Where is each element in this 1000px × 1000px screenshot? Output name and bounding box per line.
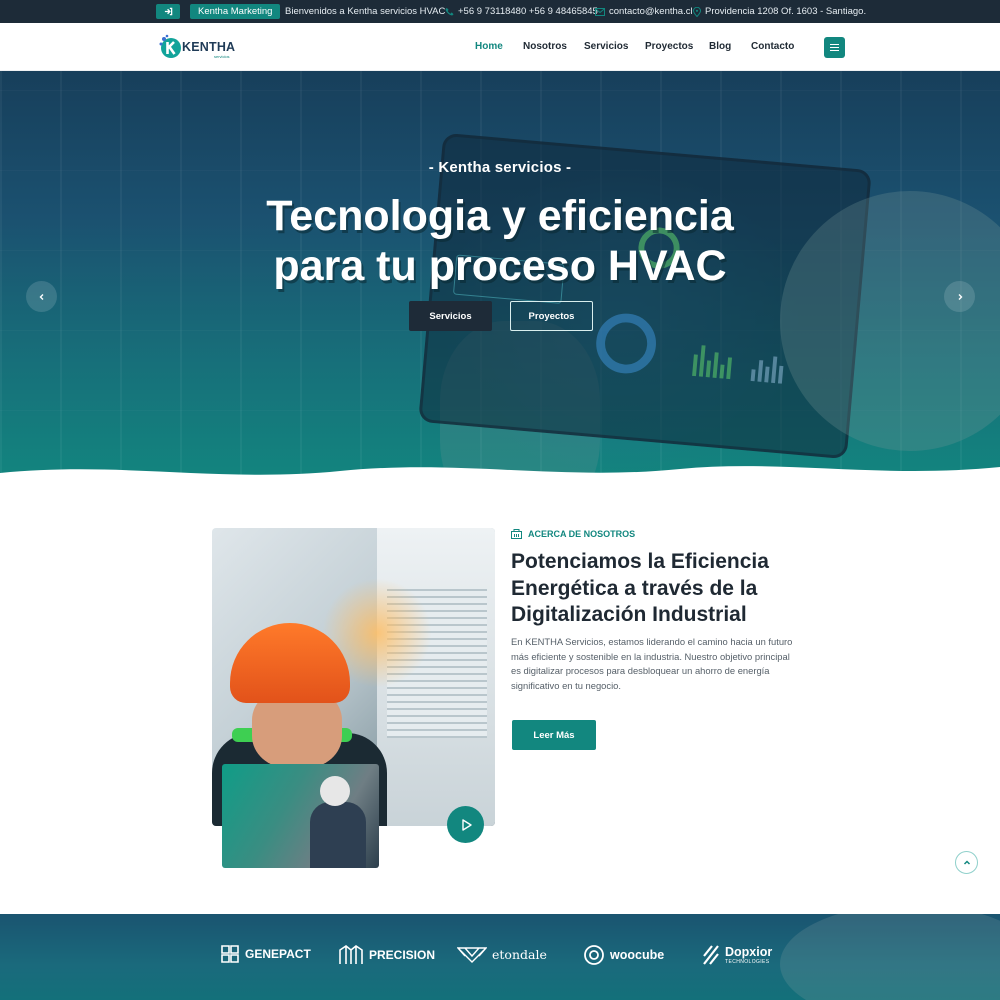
about-description: En KENTHA Servicios, estamos liderando e… xyxy=(511,636,793,691)
phone-info[interactable]: +56 9 73118480 +56 9 48465845 xyxy=(445,6,598,17)
read-more-button[interactable]: Leer Más xyxy=(512,720,596,750)
precision-logo-icon xyxy=(339,945,363,964)
hero-services-button[interactable]: Servicios xyxy=(409,301,492,331)
address-info: Providencia 1208 Of. 1603 - Santiago. xyxy=(693,6,866,17)
hero-title-line-2: para tu proceso HVAC xyxy=(273,242,727,290)
dopxior-logo-icon xyxy=(703,945,719,965)
woocube-logo-icon xyxy=(584,945,604,965)
menu-button[interactable] xyxy=(824,37,845,58)
logo[interactable]: KENTHA servicios xyxy=(158,33,238,61)
main-header: KENTHA servicios Home Nosotros Servicios… xyxy=(0,23,1000,71)
hero-subtitle: - Kentha servicios - xyxy=(428,159,572,176)
marketing-button[interactable]: Kentha Marketing xyxy=(190,4,281,19)
logo-subtitle: servicios xyxy=(214,54,230,59)
nav-home[interactable]: Home xyxy=(475,41,503,52)
play-icon xyxy=(461,818,472,831)
partner-precision[interactable]: PRECISION xyxy=(338,944,435,966)
hero-slider: - Kentha servicios - Tecnologia y eficie… xyxy=(0,71,1000,491)
partner-woocube[interactable]: woocube xyxy=(583,944,664,966)
nav-nosotros[interactable]: Nosotros xyxy=(523,41,567,52)
nav-blog[interactable]: Blog xyxy=(709,41,731,52)
login-icon xyxy=(164,7,172,16)
partner-name: PRECISION xyxy=(369,948,436,962)
etondale-logo-icon xyxy=(457,947,487,963)
chevron-left-icon xyxy=(39,293,43,300)
partner-name-group: Dopxior TECHNOLOGIES xyxy=(725,945,772,965)
about-tag-text: ACERCA DE NOSOTROS xyxy=(528,529,636,539)
hero-wave-divider xyxy=(0,466,1000,491)
logo-mark-icon xyxy=(159,34,181,58)
partners-strip: GENEPACT PRECISION etondale woocube Dopx… xyxy=(0,914,1000,1000)
email-text: contacto@kentha.cl xyxy=(609,6,693,17)
address-text: Providencia 1208 Of. 1603 - Santiago. xyxy=(705,6,867,17)
partner-etondale[interactable]: etondale xyxy=(457,944,547,964)
building-icon xyxy=(511,529,522,539)
phone-icon xyxy=(445,7,454,16)
about-title-line-1: Potenciamos la Eficiencia xyxy=(511,550,769,573)
partner-dopxior[interactable]: Dopxior TECHNOLOGIES xyxy=(702,944,772,966)
nav-proyectos[interactable]: Proyectos xyxy=(645,41,693,52)
scroll-to-top-button[interactable] xyxy=(955,851,978,874)
about-secondary-image xyxy=(222,764,379,868)
phone-text: +56 9 73118480 +56 9 48465845 xyxy=(458,6,598,17)
chevron-up-icon xyxy=(963,859,970,865)
slider-next-button[interactable] xyxy=(944,281,975,312)
welcome-text: Bienvenidos a Kentha servicios HVAC xyxy=(285,6,446,17)
partner-name: GENEPACT xyxy=(245,947,311,961)
hero-title: Tecnologia y eficiencia para tu proceso … xyxy=(0,191,1000,291)
partner-name: etondale xyxy=(492,946,547,962)
genepact-logo-icon xyxy=(221,945,239,963)
menu-icon xyxy=(830,44,839,45)
about-title-line-3: Digitalización Industrial xyxy=(511,603,747,626)
partner-name: Dopxior xyxy=(725,945,773,959)
nav-servicios[interactable]: Servicios xyxy=(584,41,628,52)
hero-projects-button[interactable]: Proyectos xyxy=(510,301,593,331)
chevron-right-icon xyxy=(958,293,962,300)
partner-name: woocube xyxy=(610,948,665,962)
worker2-helmet xyxy=(320,776,350,806)
nav-contacto[interactable]: Contacto xyxy=(751,41,794,52)
logo-text: KENTHA xyxy=(182,40,236,54)
hero-title-line-1: Tecnologia y eficiencia xyxy=(266,192,734,240)
email-info[interactable]: contacto@kentha.cl xyxy=(595,6,693,17)
about-title-line-2: Energética a través de la xyxy=(511,576,758,600)
mail-icon xyxy=(595,7,605,16)
about-title: Potenciamos la Eficiencia Energética a t… xyxy=(511,549,811,629)
partner-genepact[interactable]: GENEPACT xyxy=(220,944,311,964)
top-bar: Kentha Marketing Bienvenidos a Kentha se… xyxy=(0,0,1000,23)
slider-prev-button[interactable] xyxy=(26,281,57,312)
location-icon xyxy=(693,6,701,17)
worker2-body xyxy=(310,802,366,868)
about-tag: ACERCA DE NOSOTROS xyxy=(511,529,635,539)
partner-subtitle: TECHNOLOGIES xyxy=(725,959,770,965)
login-button[interactable] xyxy=(156,4,180,19)
video-play-button[interactable] xyxy=(447,806,484,843)
